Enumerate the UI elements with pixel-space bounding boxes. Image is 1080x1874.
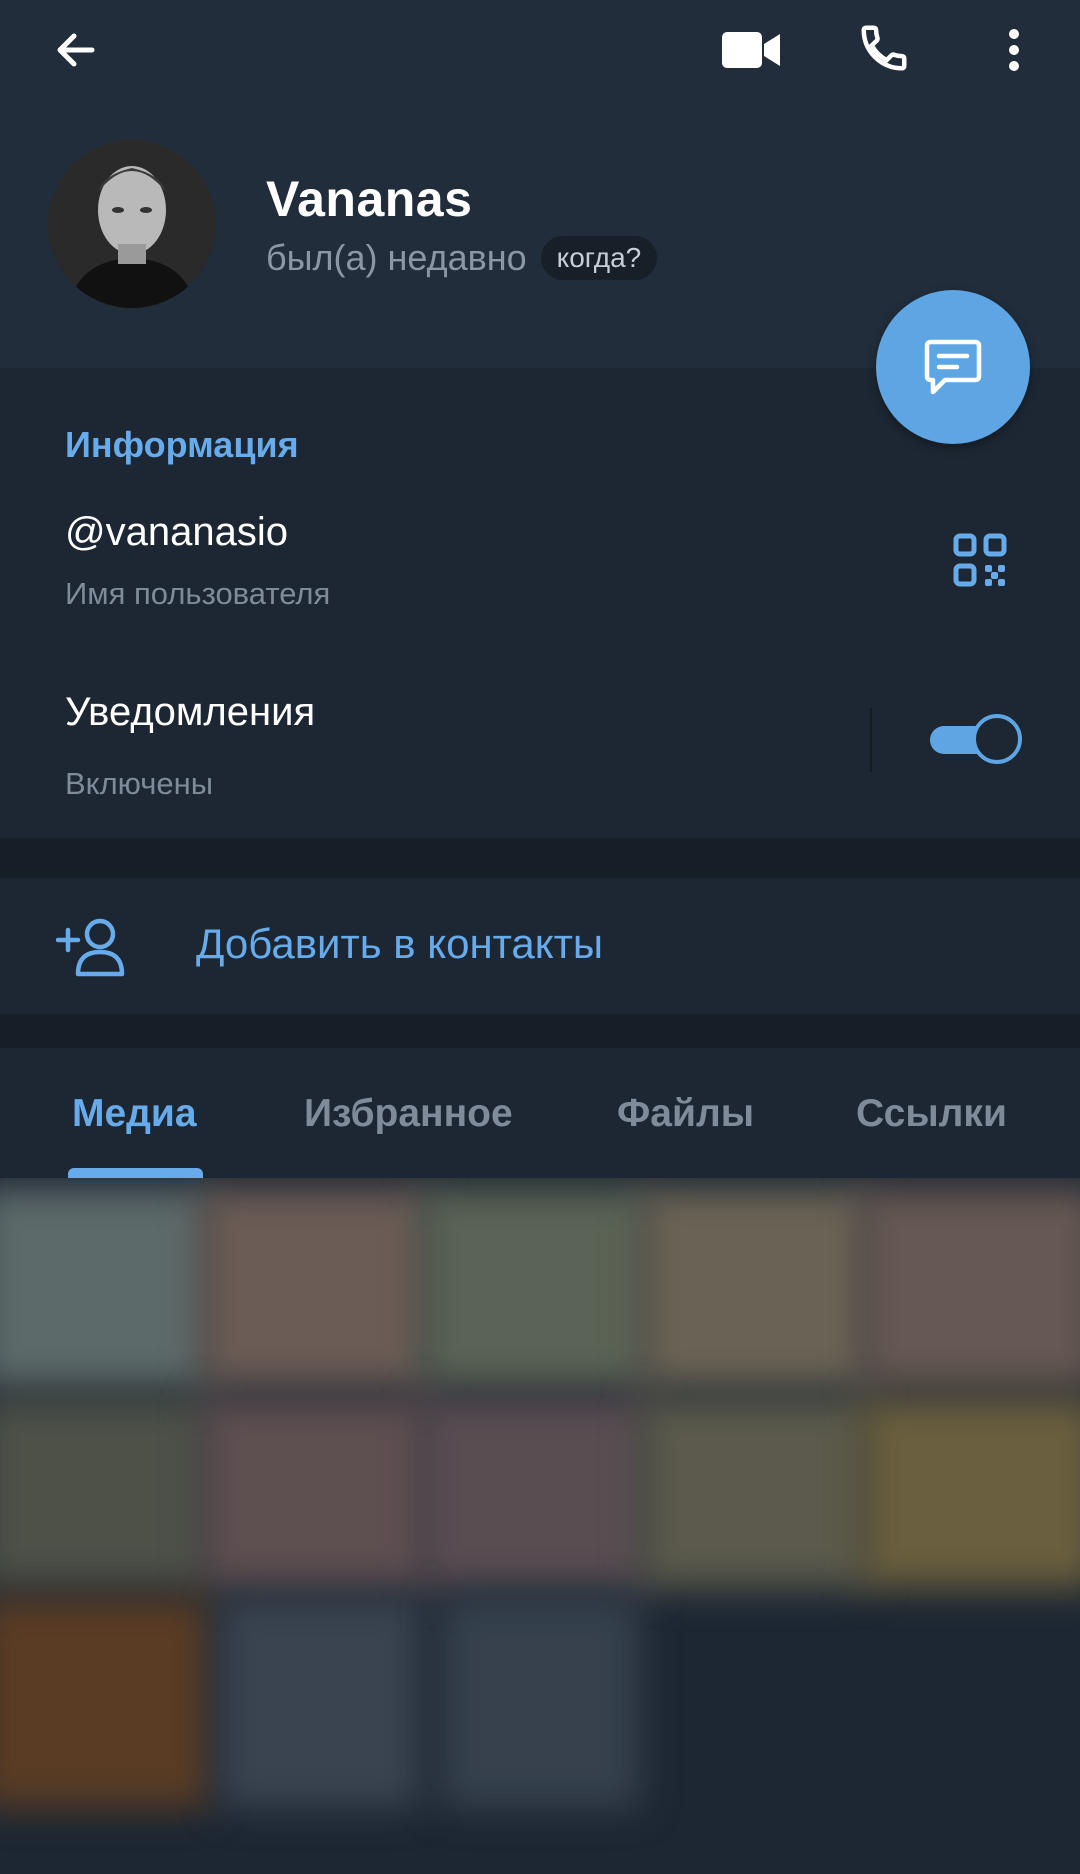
tab-favorites[interactable]: Избранное [304, 1092, 513, 1136]
media-thumbnail[interactable] [640, 1398, 870, 1588]
add-contact-row[interactable]: Добавить в контакты [0, 878, 1080, 1014]
add-user-icon [56, 918, 125, 977]
media-thumbnail[interactable] [0, 1598, 210, 1808]
tab-files[interactable]: Файлы [617, 1092, 754, 1136]
add-contact-label: Добавить в контакты [196, 920, 604, 967]
notifications-toggle[interactable] [928, 714, 1022, 764]
qr-code-button[interactable] [950, 530, 1010, 590]
send-message-button[interactable] [876, 290, 1030, 444]
voice-call-button[interactable] [852, 16, 916, 80]
media-thumbnail[interactable] [640, 1188, 870, 1388]
username-value[interactable]: @vananasio [65, 510, 288, 555]
tab-links[interactable]: Ссылки [856, 1092, 1007, 1136]
qr-code-icon [953, 533, 1007, 587]
profile-name: Vananas [266, 171, 473, 227]
status-row: был(а) недавно когда? [266, 236, 658, 280]
last-seen-status: был(а) недавно [266, 237, 527, 278]
more-vertical-icon [1009, 29, 1019, 71]
media-thumbnail[interactable] [860, 1398, 1080, 1588]
toggle-knob [972, 714, 1022, 764]
media-thumbnail[interactable] [420, 1398, 650, 1588]
when-button[interactable]: когда? [540, 236, 658, 280]
media-thumbnail[interactable] [0, 1188, 210, 1388]
media-thumbnail[interactable] [860, 1188, 1080, 1388]
media-thumbnail[interactable] [440, 1598, 640, 1808]
media-grid [0, 1178, 1080, 1874]
media-thumbnail[interactable] [0, 1398, 210, 1588]
section-separator [0, 1014, 1080, 1048]
media-thumbnail[interactable] [200, 1398, 430, 1588]
info-section-title: Информация [65, 424, 299, 465]
notifications-title[interactable]: Уведомления [65, 690, 315, 735]
tab-media[interactable]: Медиа [72, 1092, 197, 1136]
media-thumbnail[interactable] [200, 1188, 430, 1388]
media-thumbnail[interactable] [220, 1598, 420, 1808]
video-call-button[interactable] [718, 18, 784, 82]
message-icon [924, 339, 982, 395]
more-menu-button[interactable] [984, 18, 1044, 82]
back-button[interactable] [44, 18, 108, 82]
arrow-left-icon [57, 33, 95, 67]
username-caption: Имя пользователя [65, 576, 331, 611]
phone-icon [861, 25, 907, 71]
media-thumbnail[interactable] [420, 1188, 650, 1388]
avatar[interactable] [48, 140, 216, 308]
active-tab-indicator [68, 1168, 203, 1178]
avatar-photo [48, 140, 216, 308]
notifications-caption: Включены [65, 766, 214, 801]
section-separator [0, 838, 1080, 878]
video-camera-icon [722, 32, 780, 68]
vertical-divider [870, 708, 872, 772]
